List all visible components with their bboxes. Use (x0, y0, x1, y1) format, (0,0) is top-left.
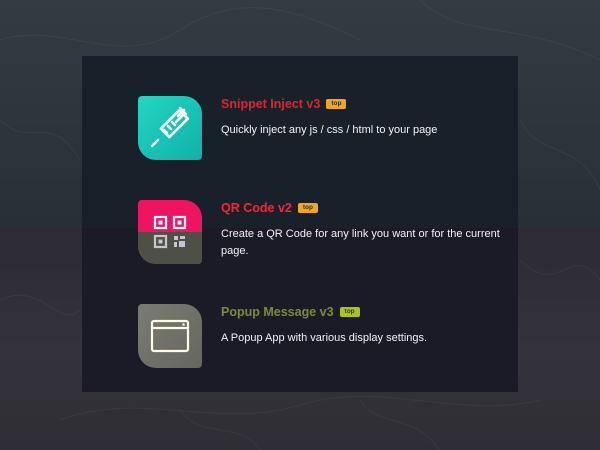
app-title-qr-code[interactable]: QR Code v2 (221, 200, 292, 216)
syringe-icon (150, 106, 190, 148)
app-description-popup-message: A Popup App with various display setting… (221, 332, 428, 344)
qr-code-icon (153, 215, 187, 249)
app-title-row: Snippet Inject v3 top (221, 96, 347, 112)
top-badge: top (297, 203, 318, 213)
top-badge: top (326, 99, 347, 109)
apps-panel: Snippet Inject v3 top Quickly inject any… (82, 56, 518, 392)
window-icon (150, 319, 190, 353)
app-icon-qr-code[interactable] (138, 200, 202, 264)
app-description-snippet-inject: Quickly inject any js / css / html to yo… (221, 124, 438, 136)
app-item-popup-message[interactable]: Popup Message v3 top A Popup App with va… (138, 304, 498, 368)
top-badge: top (339, 307, 360, 317)
app-title-row: QR Code v2 top (221, 200, 318, 216)
app-title-popup-message[interactable]: Popup Message v3 (221, 304, 334, 320)
app-title-snippet-inject[interactable]: Snippet Inject v3 (221, 96, 320, 112)
app-item-snippet-inject[interactable]: Snippet Inject v3 top Quickly inject any… (138, 96, 498, 160)
app-icon-popup-message[interactable] (138, 304, 202, 368)
app-title-row: Popup Message v3 top (221, 304, 360, 320)
app-icon-snippet-inject[interactable] (138, 96, 202, 160)
app-description-qr-code: Create a QR Code for any link you want o… (221, 228, 500, 257)
app-item-qr-code[interactable]: QR Code v2 top Create a QR Code for any … (138, 200, 500, 264)
